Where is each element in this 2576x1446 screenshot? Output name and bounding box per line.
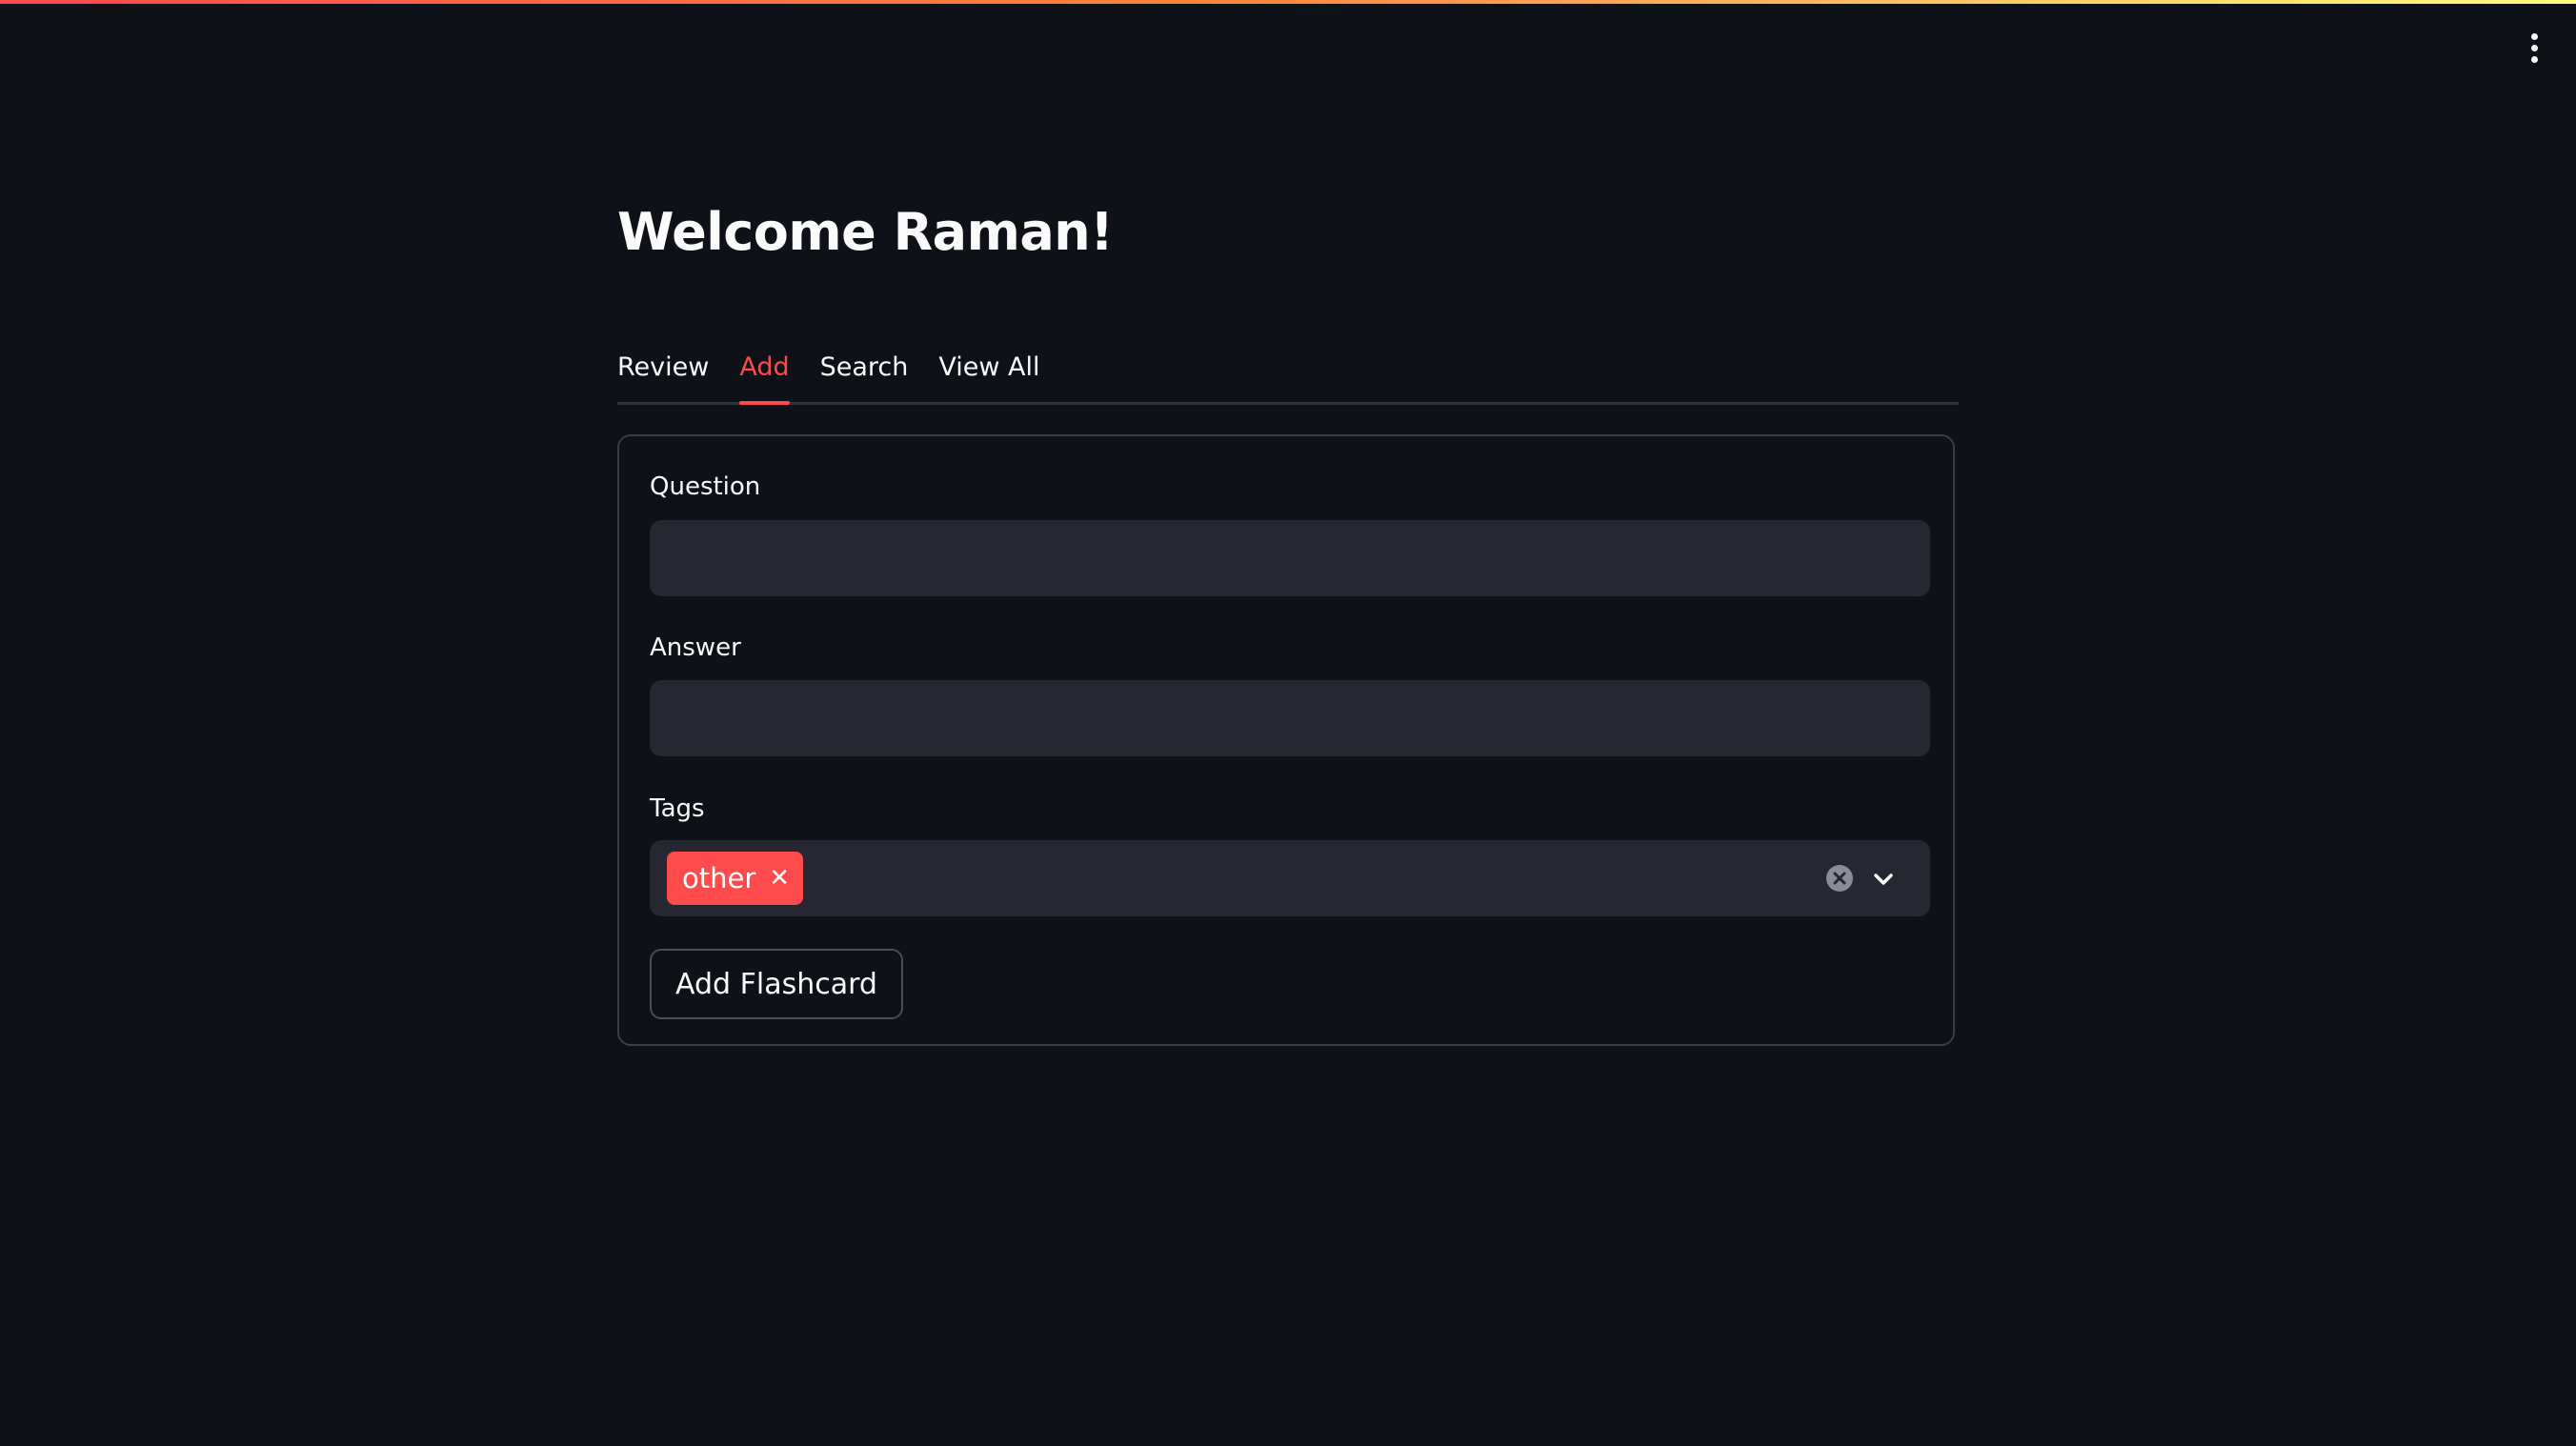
answer-input[interactable] — [650, 680, 1930, 756]
top-decoration-bar — [0, 0, 2576, 4]
clear-circle-icon[interactable] — [1825, 864, 1854, 893]
tab-search[interactable]: Search — [820, 331, 909, 402]
add-flashcard-button[interactable]: Add Flashcard — [650, 949, 903, 1019]
question-label: Question — [650, 472, 761, 501]
main-menu-button[interactable] — [2515, 29, 2553, 67]
tags-label: Tags — [650, 794, 705, 823]
add-flashcard-form: Question Answer Tags other ✕ Add Flashca… — [617, 434, 1955, 1046]
tab-view-all[interactable]: View All — [938, 331, 1039, 402]
kebab-menu-icon — [2530, 32, 2538, 40]
chevron-down-icon[interactable] — [1869, 865, 1898, 894]
tab-list: Review Add Search View All — [617, 331, 1959, 405]
tag-chip-label: other — [682, 862, 756, 894]
page-title: Welcome Raman! — [617, 202, 1114, 262]
tab-add[interactable]: Add — [739, 331, 790, 405]
question-input[interactable] — [650, 520, 1930, 596]
answer-label: Answer — [650, 633, 741, 662]
close-icon[interactable]: ✕ — [769, 866, 790, 891]
tags-multiselect[interactable]: other ✕ — [650, 840, 1930, 916]
tag-chip-other: other ✕ — [667, 852, 804, 905]
tab-review[interactable]: Review — [617, 331, 709, 402]
